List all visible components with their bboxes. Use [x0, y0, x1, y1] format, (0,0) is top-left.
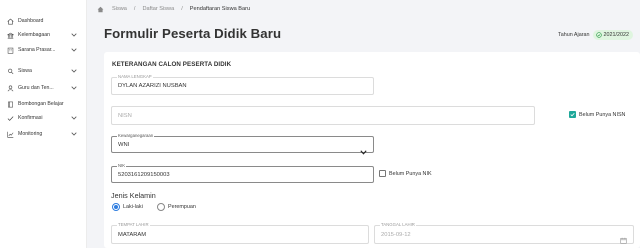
checkbox-empty-icon	[379, 170, 386, 177]
breadcrumb-separator: /	[133, 6, 136, 12]
sidebar-item-sarana-prasarana[interactable]: Sarana Prasar...	[0, 43, 87, 57]
nisn-placeholder: NISN	[118, 112, 132, 119]
breadcrumb-current: Pendaftaran Siswa Baru	[189, 6, 251, 12]
radio-laki-laki-label: Laki-laki	[123, 204, 143, 210]
chevron-down-icon	[70, 86, 78, 90]
tempat-lahir-field[interactable]: TEMPAT LAHIR MATARAM	[111, 222, 369, 244]
check-icon	[7, 115, 14, 122]
tanggal-lahir-value: 2015-09-12	[381, 231, 411, 238]
kewarganegaraan-value: WNI	[118, 141, 130, 148]
year-badge: 2021/2022	[592, 30, 633, 40]
calendar-icon[interactable]	[620, 231, 627, 248]
breadcrumb: Siswa / Daftar Siswa / Pendaftaran Siswa…	[87, 0, 640, 18]
tempat-lahir-label: TEMPAT LAHIR	[117, 222, 150, 228]
breadcrumb-siswa[interactable]: Siswa	[112, 6, 127, 12]
radio-unselected-icon	[157, 203, 165, 211]
sidebar-item-label: Sarana Prasar...	[18, 47, 56, 53]
tanggal-lahir-label: TANGGAL LAHIR	[380, 222, 416, 228]
nik-label: NIK	[117, 163, 127, 169]
chevron-down-icon	[70, 132, 78, 136]
kewarganegaraan-label: Kewarganegaraan	[117, 133, 155, 139]
sidebar-item-label: Guru dan Ten...	[18, 85, 54, 91]
section-title: KETERANGAN CALON PESERTA DIDIK	[112, 61, 232, 68]
sidebar-item-kelembagaan[interactable]: Kelembagaan	[0, 28, 87, 42]
belum-punya-nik-checkbox[interactable]: Belum Punya NIK	[379, 170, 432, 177]
book-icon	[7, 101, 14, 108]
year-label: Tahun Ajaran	[558, 32, 590, 38]
chevron-down-icon	[70, 33, 78, 37]
form-card: KETERANGAN CALON PESERTA DIDIK NAMA LENG…	[104, 52, 640, 248]
sidebar-item-siswa[interactable]: Siswa	[0, 64, 87, 78]
sidebar-item-label: Bombongan Belajar	[18, 101, 64, 107]
nik-value: 5203161209150003	[118, 171, 170, 178]
sidebar-item-monitoring[interactable]: Monitoring	[0, 127, 87, 141]
chevron-down-icon	[70, 116, 78, 120]
radio-perempuan-label: Perempuan	[168, 204, 196, 210]
nisn-input[interactable]: NISN	[111, 106, 535, 125]
sidebar-item-label: Dashboard	[18, 18, 44, 24]
belum-punya-nik-label: Belum Punya NIK	[389, 170, 432, 177]
kewarganegaraan-select[interactable]: Kewarganegaraan WNI	[111, 133, 374, 155]
nama-lengkap-value: DYLAN AZARIZI NUSBAN	[118, 83, 187, 89]
institution-icon	[7, 32, 14, 39]
sidebar-item-konfirmasi[interactable]: Konfirmasi	[0, 111, 87, 125]
chevron-down-icon	[70, 69, 78, 73]
radio-selected-icon	[112, 203, 120, 211]
academic-year: Tahun Ajaran 2021/2022	[558, 30, 633, 40]
chevron-down-icon	[70, 48, 78, 52]
sidebar-item-label: Siswa	[18, 68, 32, 74]
check-circle-icon	[595, 32, 602, 38]
belum-punya-nisn-label: Belum Punya NISN	[579, 111, 626, 118]
radio-perempuan[interactable]: Perempuan	[157, 203, 196, 211]
sidebar-item-label: Konfirmasi	[18, 115, 43, 121]
sidebar-item-rombongan-belajar[interactable]: Bombongan Belajar	[0, 97, 87, 111]
building-icon	[7, 47, 14, 54]
sidebar-item-label: Kelembagaan	[18, 32, 51, 38]
jenis-kelamin-label: Jenis Kelamin	[111, 191, 156, 200]
nik-input[interactable]: NIK 5203161209150003	[111, 163, 374, 183]
home-icon[interactable]	[97, 6, 104, 13]
sidebar: Dashboard Kelembagaan Sarana Prasar... S…	[0, 0, 87, 248]
radio-laki-laki[interactable]: Laki-laki	[112, 203, 143, 211]
teacher-icon	[7, 85, 14, 92]
chart-icon	[7, 131, 14, 138]
home-icon	[7, 18, 14, 25]
nama-lengkap-label: NAMA LENGKAP	[117, 74, 153, 80]
sidebar-item-guru[interactable]: Guru dan Ten...	[0, 81, 87, 95]
sidebar-item-label: Monitoring	[18, 131, 43, 137]
page-title: Formulir Peserta Didik Baru	[104, 26, 282, 41]
tempat-lahir-value: MATARAM	[118, 231, 147, 238]
belum-punya-nisn-checkbox[interactable]: Belum Punya NISN	[569, 111, 625, 118]
students-icon	[7, 68, 14, 75]
chevron-down-icon	[360, 142, 367, 160]
nama-lengkap-field[interactable]: NAMA LENGKAP DYLAN AZARIZI NUSBAN	[111, 74, 374, 95]
tanggal-lahir-field[interactable]: TANGGAL LAHIR 2015-09-12	[374, 222, 634, 244]
breadcrumb-daftar-siswa[interactable]: Daftar Siswa	[142, 6, 174, 12]
checkbox-checked-icon	[569, 111, 576, 118]
sidebar-item-dashboard[interactable]: Dashboard	[0, 14, 87, 28]
year-value: 2021/2022	[603, 32, 629, 38]
breadcrumb-separator: /	[181, 6, 183, 12]
